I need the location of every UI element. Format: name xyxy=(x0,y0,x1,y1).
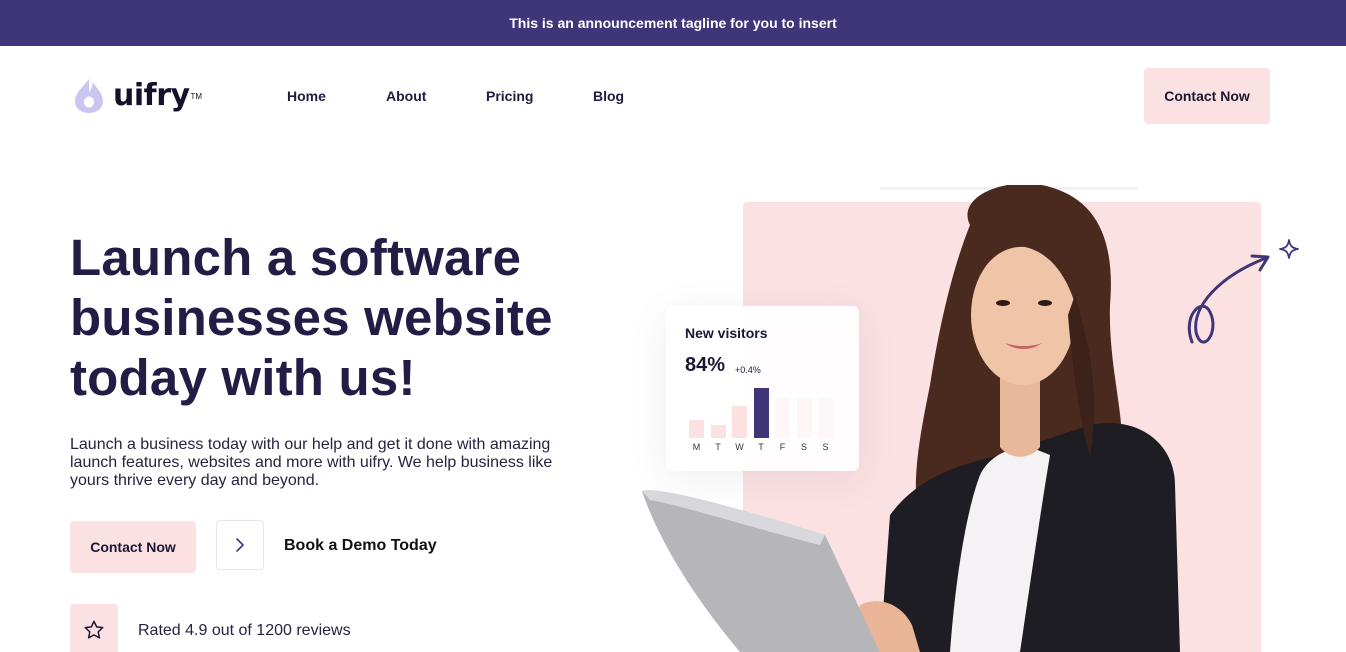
day-label: S xyxy=(800,442,807,452)
visitor-bar xyxy=(732,406,747,438)
nav-about[interactable]: About xyxy=(386,88,426,104)
chevron-right-icon xyxy=(236,538,244,552)
hero-title-line: Launch a software xyxy=(70,229,522,286)
visitor-bar xyxy=(689,420,704,438)
visitor-bar xyxy=(818,398,833,438)
visitors-bar-chart xyxy=(686,384,846,438)
rating-star-badge xyxy=(70,604,118,652)
announcement-text: This is an announcement tagline for you … xyxy=(509,15,837,31)
day-label: W xyxy=(735,442,744,452)
sparkle-icon xyxy=(1279,239,1299,259)
book-demo-link[interactable]: Book a Demo Today xyxy=(284,537,437,555)
hero-description: Launch a business today with our help an… xyxy=(70,436,570,490)
visitor-bar xyxy=(753,388,769,438)
hero-title-line: today with us! xyxy=(70,349,416,406)
nav-home[interactable]: Home xyxy=(287,88,326,104)
nav-pricing[interactable]: Pricing xyxy=(486,88,533,104)
day-label: F xyxy=(779,442,786,452)
star-icon xyxy=(84,620,104,639)
demo-arrow-button[interactable] xyxy=(216,520,264,570)
brand-name: uifry xyxy=(113,78,190,113)
announcement-bar: This is an announcement tagline for you … xyxy=(0,0,1346,46)
logo[interactable]: uifry TM xyxy=(74,78,202,114)
trademark-mark: TM xyxy=(190,92,203,101)
hero-description-line: launch features, websites and more with … xyxy=(70,454,553,471)
hero-description-line: yours thrive every day and beyond. xyxy=(70,472,320,489)
stats-delta: +0.4% xyxy=(735,365,761,375)
hero-title: Launch a software businesses website tod… xyxy=(70,228,630,408)
stats-title: New visitors xyxy=(685,325,768,341)
stats-value: 84% xyxy=(685,354,726,376)
hero-description-line: Launch a business today with our help an… xyxy=(70,436,551,453)
visitor-bar xyxy=(775,398,790,438)
day-label: S xyxy=(822,442,829,452)
rating-text: Rated 4.9 out of 1200 reviews xyxy=(138,622,351,639)
day-label: T xyxy=(758,442,764,452)
nav-blog[interactable]: Blog xyxy=(593,88,624,104)
drop-logo-icon xyxy=(75,79,103,113)
visitor-bar xyxy=(796,398,812,438)
day-label: M xyxy=(692,442,701,452)
visitor-bar xyxy=(710,425,726,438)
hero-title-line: businesses website xyxy=(70,289,553,346)
new-visitors-card: New visitors 84% +0.4% M T W T F S S xyxy=(666,306,859,471)
day-label: T xyxy=(715,442,721,452)
header-contact-button[interactable]: Contact Now xyxy=(1144,68,1270,124)
hero-contact-button[interactable]: Contact Now xyxy=(70,521,196,573)
